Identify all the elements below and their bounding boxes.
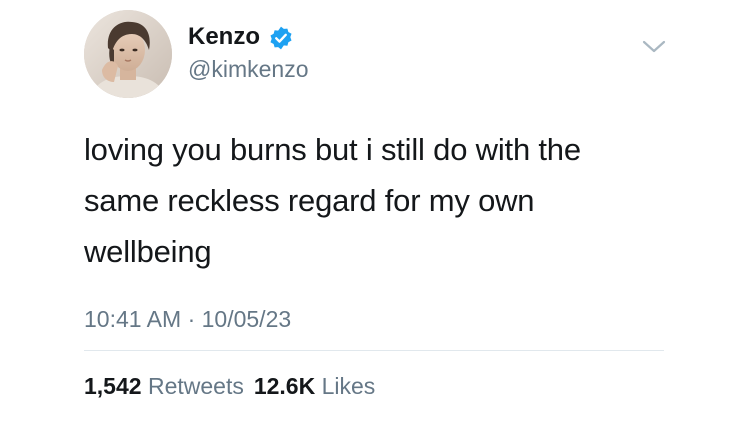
tweet-timestamp[interactable]: 10:41 AM · 10/05/23: [84, 304, 291, 334]
likes-count: 12.6K: [253, 373, 316, 399]
tweet-text-line: same reckless regard for my own: [84, 183, 535, 218]
likes-stat[interactable]: 12.6K Likes: [254, 373, 375, 399]
retweets-label: Retweets: [147, 373, 244, 399]
avatar-photo: [84, 10, 172, 98]
user-handle[interactable]: @kimkenzo: [188, 55, 309, 83]
tweet-text-line: loving you burns but i still do with the: [84, 132, 581, 167]
tweet-text: loving you burns but i still do with the…: [84, 124, 684, 277]
display-name[interactable]: Kenzo: [188, 22, 260, 52]
likes-label: Likes: [321, 373, 376, 399]
avatar[interactable]: [84, 10, 172, 98]
retweets-stat[interactable]: 1,542 Retweets: [84, 373, 244, 399]
chevron-down-icon[interactable]: [641, 38, 667, 56]
tweet-stats: 1,542 Retweets 12.6K Likes: [84, 371, 375, 401]
tweet-text-line: wellbeing: [84, 234, 212, 269]
tweet-card: Kenzo @kimkenzo loving you burns but i s…: [0, 0, 750, 422]
verified-badge-icon: [270, 26, 292, 50]
retweets-count: 1,542: [84, 373, 142, 399]
divider: [84, 350, 664, 351]
